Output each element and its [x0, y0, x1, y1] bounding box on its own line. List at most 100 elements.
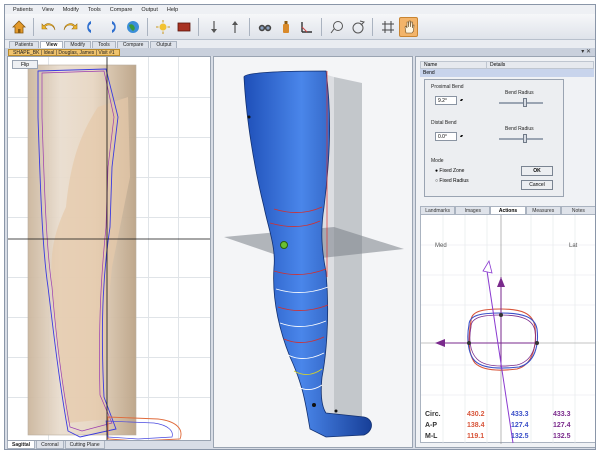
left-arrow-marker [435, 339, 445, 347]
tab-tools[interactable]: Tools [92, 41, 116, 48]
proximal-bend-label: Proximal Bend [431, 84, 464, 90]
purple-section-curve [469, 314, 536, 367]
measure-box-icon[interactable] [174, 17, 193, 37]
ok-button[interactable]: OK [521, 166, 553, 176]
distal-radius-slider[interactable] [499, 134, 543, 143]
rotate-icon[interactable] [81, 17, 100, 37]
sun-icon[interactable] [153, 17, 172, 37]
home-icon[interactable] [9, 17, 28, 37]
measure-label: M-L [425, 433, 438, 440]
sagittal-view-pane[interactable]: Flip [7, 56, 211, 441]
down-arrow-icon[interactable] [204, 17, 223, 37]
app-window: Patients View Modify Tools Compare Outpu… [4, 4, 596, 450]
measure-row-ml: M-L 119.1 132.5 132.5 [425, 433, 595, 443]
document-tab-strip: SHAPE_BK | Ideal | Douglas, James | Visi… [5, 48, 595, 56]
col-details: Details [490, 62, 506, 68]
lat-label: Lat [569, 243, 578, 249]
binoculars-icon[interactable] [255, 17, 274, 37]
cancel-button[interactable]: Cancel [521, 180, 553, 190]
measure-value: 132.5 [511, 433, 529, 440]
tab-coronal[interactable]: Coronal [36, 441, 64, 449]
menu-modify[interactable]: Modify [63, 7, 79, 13]
tab-actions[interactable]: Actions [490, 206, 526, 214]
menu-view[interactable]: View [42, 7, 54, 13]
toolbar [5, 14, 595, 40]
distal-bend-input[interactable]: 0.0° [435, 132, 462, 141]
menu-help[interactable]: Help [167, 7, 178, 13]
tab-landmarks[interactable]: Landmarks [420, 206, 456, 214]
toolbar-separator [249, 17, 250, 36]
globe-icon[interactable] [123, 17, 142, 37]
menu-compare[interactable]: Compare [110, 7, 133, 13]
landmark-point [334, 409, 338, 413]
toolbar-separator [147, 17, 148, 36]
view-tab-strip: Sagittal Coronal Cutting Plane [7, 441, 106, 449]
measure-value: 433.3 [511, 411, 529, 418]
grid-icon[interactable] [378, 17, 397, 37]
slider-thumb[interactable] [523, 98, 527, 107]
measure-value: 127.4 [553, 422, 571, 429]
landmark-point [312, 403, 316, 407]
orientation-arrow-head [482, 259, 493, 274]
proximal-radius-slider[interactable] [499, 98, 543, 107]
redo-icon[interactable] [60, 17, 79, 37]
properties-header: Name Details [420, 61, 594, 69]
menu-bar: Patients View Modify Tools Compare Outpu… [5, 5, 595, 14]
slider-thumb[interactable] [523, 134, 527, 143]
3d-leg-model [224, 70, 404, 438]
properties-row-bend[interactable]: Bend [420, 69, 594, 77]
tab-view[interactable]: View [40, 41, 64, 48]
landmark-point [247, 115, 251, 119]
cross-section-graphic [421, 215, 595, 444]
measure-value: 430.2 [467, 411, 485, 418]
distal-bend-label: Distal Bend [431, 120, 457, 126]
ml-point [467, 341, 471, 345]
up-arrow-icon[interactable] [225, 17, 244, 37]
tab-compare[interactable]: Compare [116, 41, 150, 48]
measure-value: 127.4 [511, 422, 529, 429]
distal-radius-label: Bend Radius [505, 126, 534, 132]
undo-icon[interactable] [39, 17, 58, 37]
tab-images[interactable]: Images [455, 206, 491, 214]
properties-pane: Name Details Bend Proximal Bend 9.2° Ben… [415, 56, 595, 448]
measure-value: 433.3 [553, 411, 571, 418]
flip-button[interactable]: Flip [12, 60, 38, 69]
angle-icon[interactable] [297, 17, 316, 37]
tab-modify[interactable]: Modify [64, 41, 92, 48]
tab-notes[interactable]: Notes [560, 206, 595, 214]
menu-output[interactable]: Output [141, 7, 158, 13]
ap-point [499, 313, 503, 317]
col-name: Name [421, 62, 487, 68]
landmark-marker [280, 241, 288, 249]
measure-value: 119.1 [467, 433, 485, 440]
document-tab[interactable]: SHAPE_BK | Ideal | Douglas, James | Visi… [8, 48, 120, 56]
up-arrow-marker [497, 277, 505, 287]
tab-output[interactable]: Output [150, 41, 178, 48]
measure-value: 138.4 [467, 422, 485, 429]
blue-foot-contour [105, 420, 173, 440]
3d-model-viewport[interactable] [213, 56, 413, 448]
measure-value: 132.5 [553, 433, 571, 440]
menu-patients[interactable]: Patients [13, 7, 33, 13]
hand-icon[interactable] [399, 16, 418, 37]
tab-sagittal[interactable]: Sagittal [7, 441, 36, 449]
menu-tools[interactable]: Tools [88, 7, 101, 13]
measure-label: Circ. [425, 411, 441, 418]
proximal-bend-input[interactable]: 9.2° [435, 96, 462, 105]
radio-fixed-zone[interactable]: ● Fixed Zone [435, 168, 464, 174]
lasso-icon[interactable] [327, 17, 346, 37]
toolbar-separator [372, 17, 373, 36]
cross-section-view[interactable]: Med Lat Circ. 430.2 433.3 433.3 A-P 138.… [420, 214, 595, 444]
circle-arrow-icon[interactable] [348, 17, 367, 37]
main-tab-strip: Patients View Modify Tools Compare Outpu… [5, 40, 595, 48]
radio-fixed-radius[interactable]: ○ Fixed Radius [435, 178, 469, 184]
tab-cutting-plane[interactable]: Cutting Plane [64, 441, 105, 449]
tab-patients[interactable]: Patients [9, 41, 40, 48]
close-icon[interactable]: ✕ [586, 49, 591, 55]
radio-fixed-zone-label: Fixed Zone [439, 168, 465, 174]
tab-measures[interactable]: Measures [525, 206, 561, 214]
bottle-icon[interactable] [276, 17, 295, 37]
rotate-right-icon[interactable] [102, 17, 121, 37]
pin-icon[interactable]: ▾ [581, 49, 584, 55]
bend-dialog: Proximal Bend 9.2° Bend Radius Distal Be… [424, 79, 564, 197]
